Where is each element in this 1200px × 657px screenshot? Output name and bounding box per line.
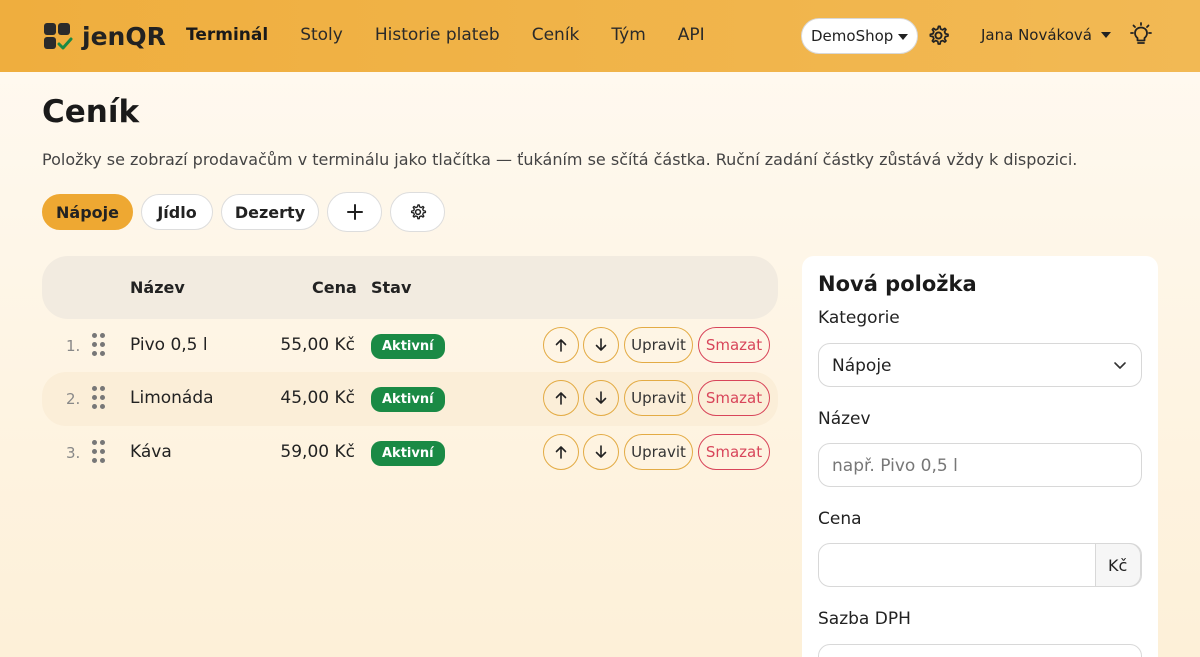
table-row: 3. Káva 59,00 Kč Aktivní Upravit Smazat [42,426,778,480]
arrow-down-icon [595,445,607,458]
item-name: Limonáda [130,388,214,408]
status-badge: Aktivní [371,441,445,466]
currency-label: Kč [1108,556,1128,575]
gear-icon [410,204,426,220]
arrow-up-icon [555,392,567,405]
move-down-button[interactable] [583,380,619,416]
brand[interactable]: jenQR [44,22,166,51]
arrow-down-icon [595,338,607,351]
row-index: 3. [66,444,81,462]
new-item-card: Nová položka Kategorie Nápoje Název např… [802,256,1158,657]
row-index: 2. [66,390,81,408]
shop-select[interactable]: DemoShop [801,18,918,54]
user-menu[interactable]: Jana Nováková [981,26,1111,44]
category-pill-dezerty[interactable]: Dezerty [221,194,319,230]
shop-select-value: DemoShop [811,27,894,45]
category-pill-label: Dezerty [234,202,306,222]
vat-select[interactable] [818,644,1142,657]
delete-button[interactable]: Smazat [698,380,770,416]
plus-icon [346,204,363,220]
category-settings-button[interactable] [390,192,445,232]
caret-down-icon [898,34,908,40]
table-row: 2. Limonáda 45,00 Kč Aktivní Upravit Sma… [42,372,778,426]
category-pill-label: Jídlo [157,202,197,222]
price-label: Cena [818,509,862,529]
move-up-button[interactable] [543,327,579,363]
item-price: 59,00 Kč [280,442,355,462]
arrow-up-icon [555,446,567,459]
nav-link-team[interactable]: Tým [611,25,645,45]
drag-handle-icon[interactable] [92,440,106,464]
gear-icon[interactable] [927,24,950,47]
move-down-button[interactable] [583,434,619,470]
edit-button-label: Upravit [631,389,686,407]
edit-button-label: Upravit [631,443,686,461]
item-price: 55,00 Kč [280,335,355,355]
name-input-placeholder: např. Pivo 0,5 l [832,456,958,476]
delete-button-label: Smazat [705,336,763,354]
grid-check-logo-icon [44,22,73,51]
status-badge: Aktivní [371,387,445,412]
nav-link-terminal[interactable]: Terminál [186,25,268,45]
nav-link-api[interactable]: API [678,25,705,45]
category-select-value: Nápoje [832,356,892,376]
add-category-button[interactable] [327,192,382,232]
chevron-down-icon [1114,362,1126,369]
nav-links: Terminál Stoly Historie plateb Ceník Tým… [186,25,737,45]
category-select[interactable]: Nápoje [818,343,1142,387]
name-input[interactable]: např. Pivo 0,5 l [818,443,1142,487]
page-title: Ceník [42,94,140,130]
page-description: Položky se zobrazí prodavačům v terminál… [42,150,1078,169]
user-name: Jana Nováková [981,26,1092,44]
delete-button[interactable]: Smazat [698,434,770,470]
move-up-button[interactable] [543,434,579,470]
navbar: jenQR Terminál Stoly Historie plateb Cen… [0,0,1200,72]
item-name: Pivo 0,5 l [130,335,208,355]
column-header-status: Stav [371,278,412,297]
caret-down-icon [1101,32,1111,38]
category-label: Kategorie [818,308,900,328]
edit-button[interactable]: Upravit [624,380,693,416]
price-input[interactable]: Kč [818,543,1142,587]
nav-link-pricelist[interactable]: Ceník [532,25,580,45]
drag-handle-icon[interactable] [92,386,106,410]
move-up-button[interactable] [543,380,579,416]
edit-button[interactable]: Upravit [624,434,693,470]
column-header-price: Cena [312,278,357,297]
item-price: 45,00 Kč [280,388,355,408]
lightbulb-icon[interactable] [1128,22,1154,48]
delete-button[interactable]: Smazat [698,327,770,363]
edit-button-label: Upravit [631,336,686,354]
category-pill-jidlo[interactable]: Jídlo [141,194,213,230]
delete-button-label: Smazat [705,389,763,407]
row-index: 1. [66,337,81,355]
new-item-title: Nová položka [818,272,977,296]
nav-link-tables[interactable]: Stoly [300,25,343,45]
nav-link-payment-history[interactable]: Historie plateb [375,25,500,45]
vat-label: Sazba DPH [818,609,911,629]
arrow-down-icon [595,391,607,404]
category-pill-label: Nápoje [56,202,119,222]
arrow-up-icon [555,339,567,352]
category-pill-napoje[interactable]: Nápoje [42,194,133,230]
item-name: Káva [130,442,172,462]
name-label: Název [818,409,871,429]
move-down-button[interactable] [583,327,619,363]
column-header-name: Název [130,278,185,297]
currency-addon: Kč [1095,543,1141,587]
delete-button-label: Smazat [705,443,763,461]
brand-name: jenQR [82,22,166,51]
status-badge: Aktivní [371,334,445,359]
table-header: Název Cena Stav [42,256,778,319]
drag-handle-icon[interactable] [92,333,106,357]
edit-button[interactable]: Upravit [624,327,693,363]
table-row: 1. Pivo 0,5 l 55,00 Kč Aktivní Upravit S… [42,319,778,373]
